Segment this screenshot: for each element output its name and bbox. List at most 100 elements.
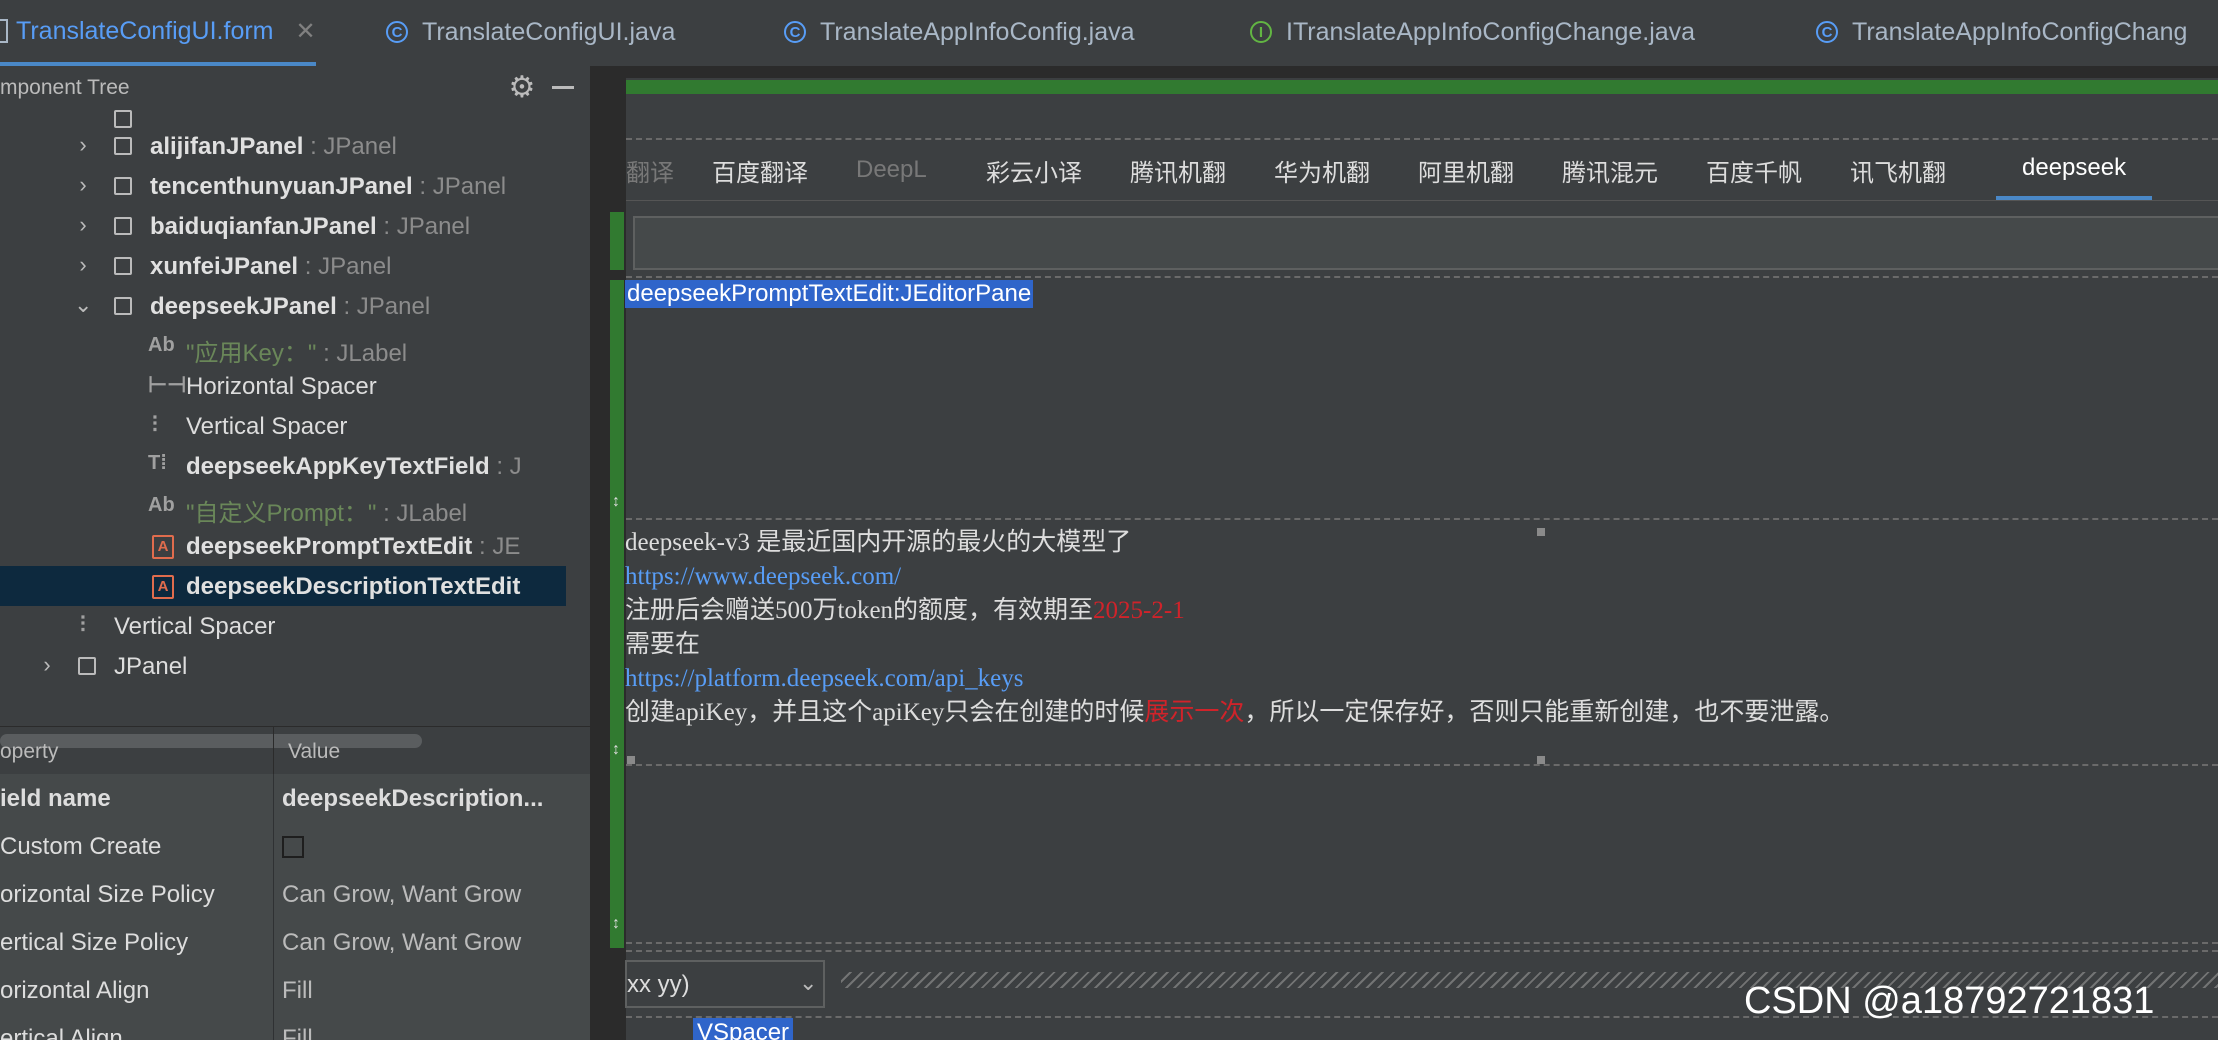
tree-row-appkey-label[interactable]: Ab "应用Key：" : JLabel bbox=[0, 326, 566, 367]
chevron-down-icon[interactable]: ⌄ bbox=[799, 970, 817, 996]
tree-row-vspacer-2[interactable]: ⫶ Vertical Spacer bbox=[0, 606, 566, 646]
property-row-custom-create[interactable]: Custom Create bbox=[0, 822, 590, 871]
tab-label: TranslateAppInfoConfigChang bbox=[1852, 17, 2188, 46]
property-name: ertical Align bbox=[0, 1025, 123, 1040]
tab-tencent[interactable]: 腾讯机翻 bbox=[1130, 140, 1226, 200]
tree-item-label: "自定义Prompt：" : JLabel bbox=[186, 500, 468, 527]
desc-line: deepseek-v3 是最近国内开源的最火的大模型了 bbox=[625, 529, 1132, 556]
api-keys-link[interactable]: https://platform.deepseek.com/api_keys bbox=[625, 662, 2205, 696]
tree-item-label: tencenthunyuanJPanel : JPanel bbox=[150, 173, 507, 200]
tree-row-jpanel[interactable]: › JPanel bbox=[0, 646, 566, 686]
tree-item-label: deepseekDescriptionTextEdit bbox=[186, 573, 521, 600]
chevron-right-icon[interactable]: › bbox=[74, 134, 92, 156]
selection-handle[interactable] bbox=[627, 756, 635, 764]
prompt-editor-component-label[interactable]: deepseekPromptTextEdit:JEditorPane bbox=[625, 280, 1034, 308]
property-row-field-name[interactable]: ield name deepseekDescription... bbox=[0, 774, 590, 823]
tab-huawei[interactable]: 华为机翻 bbox=[1274, 140, 1370, 200]
chevron-right-icon[interactable]: › bbox=[74, 254, 92, 276]
property-row-hsize-policy[interactable]: orizontal Size Policy Can Grow, Want Gro… bbox=[0, 870, 590, 919]
property-row-halign[interactable]: orizontal Align Fill bbox=[0, 966, 590, 1015]
property-name: orizontal Align bbox=[0, 977, 150, 1004]
panel-icon bbox=[114, 257, 132, 275]
column-divider bbox=[273, 774, 274, 822]
component-tree-title: mponent Tree bbox=[0, 76, 130, 99]
gear-icon[interactable]: ⚙ bbox=[506, 72, 538, 104]
tab-deepl[interactable]: DeepL bbox=[856, 140, 927, 200]
tree-row-vspacer[interactable]: ⫶ Vertical Spacer bbox=[0, 406, 566, 446]
tab-translateconfigui-java[interactable]: C TranslateConfigUI.java bbox=[386, 0, 675, 64]
component-tree: › alijifanJPanel : JPanel › tencenthunyu… bbox=[0, 110, 566, 750]
component-tree-header: mponent Tree ⚙ bbox=[0, 66, 590, 110]
panel-icon bbox=[114, 177, 132, 195]
tab-label: ITranslateAppInfoConfigChange.java bbox=[1286, 17, 1696, 46]
selection-handle[interactable] bbox=[1537, 756, 1545, 764]
desc-line: 需要在 bbox=[625, 631, 701, 658]
property-value[interactable]: Fill bbox=[282, 1025, 588, 1040]
language-combobox[interactable]: xx yy) ⌄ bbox=[625, 960, 825, 1008]
tab-translateconfigui-form[interactable]: TranslateConfigUI.form ✕ bbox=[0, 0, 316, 66]
chevron-down-icon[interactable]: ⌄ bbox=[74, 294, 92, 316]
tab-translate[interactable]: 翻译 bbox=[626, 140, 674, 200]
tree-row-prompt-textedit[interactable]: A deepseekPromptTextEdit : JE bbox=[0, 526, 566, 566]
tree-row-deepseek-panel[interactable]: ⌄ deepseekJPanel : JPanel bbox=[0, 286, 566, 326]
resize-handle-icon[interactable]: ↕ bbox=[609, 740, 623, 760]
property-row-valign[interactable]: ertical Align Fill bbox=[0, 1014, 590, 1040]
tree-item-label: Vertical Spacer bbox=[186, 413, 348, 440]
tab-baidu-qianfan[interactable]: 百度千帆 bbox=[1706, 140, 1802, 200]
chevron-right-icon[interactable]: › bbox=[74, 174, 92, 196]
tab-itranslateappinfoconfigchange-java[interactable]: I ITranslateAppInfoConfigChange.java bbox=[1250, 0, 1695, 64]
description-editor-pane[interactable]: deepseek-v3 是最近国内开源的最火的大模型了 https://www.… bbox=[625, 526, 2205, 730]
tree-item-label: Horizontal Spacer bbox=[186, 373, 377, 400]
property-name: ield name bbox=[0, 785, 111, 812]
deepseek-home-link[interactable]: https://www.deepseek.com/ bbox=[625, 560, 2205, 594]
minimize-icon[interactable] bbox=[552, 86, 574, 89]
desc-line: 注册后会赠送500万token的额度，有效期至2025-2-1 bbox=[625, 597, 1185, 624]
textfield-icon: T⁞ bbox=[148, 452, 167, 474]
chevron-right-icon[interactable]: › bbox=[38, 654, 56, 676]
class-icon: C bbox=[386, 21, 408, 43]
tab-translateappinfoconfigchange[interactable]: C TranslateAppInfoConfigChang bbox=[1816, 0, 2187, 64]
tree-row-alijifan[interactable]: › alijifanJPanel : JPanel bbox=[0, 126, 566, 166]
column-divider bbox=[273, 966, 274, 1014]
resize-handle-icon[interactable]: ↕ bbox=[609, 492, 623, 512]
tab-tencent-hunyuan[interactable]: 腾讯混元 bbox=[1562, 140, 1658, 200]
tree-row-xunfei[interactable]: › xunfeiJPanel : JPanel bbox=[0, 246, 566, 286]
chevron-right-icon[interactable]: › bbox=[74, 214, 92, 236]
property-value[interactable]: Fill bbox=[282, 977, 588, 1005]
tab-ali[interactable]: 阿里机翻 bbox=[1418, 140, 1514, 200]
interface-icon: I bbox=[1250, 21, 1272, 43]
resize-handle-icon[interactable]: ↕ bbox=[609, 914, 623, 934]
property-value[interactable]: deepseekDescription... bbox=[282, 785, 588, 813]
appkey-textfield-preview[interactable] bbox=[633, 216, 2218, 270]
property-value[interactable]: Can Grow, Want Grow bbox=[282, 929, 588, 957]
tab-deepseek[interactable]: deepseek bbox=[1996, 140, 2153, 200]
tab-xunfei[interactable]: 讯飞机翻 bbox=[1850, 140, 1946, 200]
column-divider bbox=[273, 1014, 274, 1040]
tree-row-hspacer[interactable]: ⊢⊣ Horizontal Spacer bbox=[0, 366, 566, 406]
property-value[interactable]: Can Grow, Want Grow bbox=[282, 881, 588, 909]
column-divider bbox=[273, 918, 274, 966]
tab-baidu[interactable]: 百度翻译 bbox=[712, 140, 808, 200]
tree-item-label: JPanel bbox=[114, 653, 188, 680]
vspacer-component-label[interactable]: VSpacer bbox=[693, 1018, 794, 1040]
class-icon: C bbox=[784, 21, 806, 43]
custom-create-checkbox[interactable] bbox=[282, 836, 304, 858]
provider-tabbed-pane: 翻译 百度翻译 DeepL 彩云小译 腾讯机翻 华为机翻 阿里机翻 腾讯混元 百… bbox=[626, 140, 2218, 201]
value-column-header: Value bbox=[288, 740, 341, 763]
property-row-vsize-policy[interactable]: ertical Size Policy Can Grow, Want Grow bbox=[0, 918, 590, 967]
tree-row-tencenthunyuan[interactable]: › tencenthunyuanJPanel : JPanel bbox=[0, 166, 566, 206]
left-tool-panel: mponent Tree ⚙ › alijifanJPanel : JPanel… bbox=[0, 66, 591, 1040]
editor-pane-icon: A bbox=[152, 575, 174, 599]
desc-line: 创建apiKey，并且这个apiKey只会在创建的时候展示一次，所以一定保存好，… bbox=[625, 699, 1845, 726]
tree-row-baiduqianfan[interactable]: › baiduqianfanJPanel : JPanel bbox=[0, 206, 566, 246]
tree-row-description-textedit[interactable]: A deepseekDescriptionTextEdit bbox=[0, 566, 566, 606]
grid-line bbox=[626, 276, 2218, 278]
close-tab-icon[interactable]: ✕ bbox=[296, 17, 316, 46]
tab-translateappinfoconfig-java[interactable]: C TranslateAppInfoConfig.java bbox=[784, 0, 1135, 64]
property-name: Custom Create bbox=[0, 833, 162, 860]
tree-item-label: deepseekJPanel : JPanel bbox=[150, 293, 431, 320]
tab-caiyun[interactable]: 彩云小译 bbox=[986, 140, 1082, 200]
container-selection-bar bbox=[626, 80, 2218, 94]
tree-row-prompt-label[interactable]: Ab "自定义Prompt：" : JLabel bbox=[0, 486, 566, 527]
tree-row-appkey-textfield[interactable]: T⁞ deepseekAppKeyTextField : J bbox=[0, 446, 566, 486]
